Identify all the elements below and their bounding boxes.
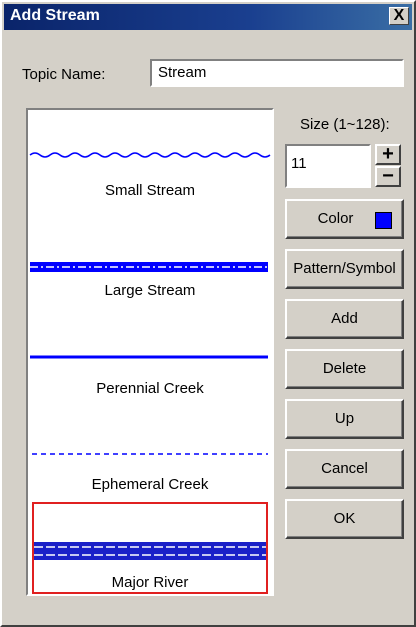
pattern-symbol-button[interactable]: Pattern/Symbol xyxy=(285,249,404,289)
add-stream-dialog: Add Stream X Topic Name: Stream Small St… xyxy=(0,0,416,627)
color-button[interactable]: Color xyxy=(285,199,404,239)
size-increment-button[interactable]: + xyxy=(375,144,401,165)
size-label: Size (1~128): xyxy=(300,116,390,133)
color-swatch-icon xyxy=(375,212,392,229)
add-button[interactable]: Add xyxy=(285,299,404,339)
size-decrement-button[interactable]: − xyxy=(375,166,401,187)
ok-button[interactable]: OK xyxy=(285,499,404,539)
title-bar[interactable]: Add Stream X xyxy=(4,4,412,30)
ephemeral-creek-label[interactable]: Ephemeral Creek xyxy=(28,476,272,493)
delete-button[interactable]: Delete xyxy=(285,349,404,389)
selected-item-highlight xyxy=(32,502,268,594)
large-stream-label[interactable]: Large Stream xyxy=(28,282,272,299)
dialog-title: Add Stream xyxy=(10,7,100,24)
size-input[interactable]: 11 xyxy=(285,144,371,188)
close-button[interactable]: X xyxy=(389,7,409,25)
small-stream-line xyxy=(29,152,271,158)
small-stream-label[interactable]: Small Stream xyxy=(28,182,272,199)
topic-name-label: Topic Name: xyxy=(22,66,106,83)
line-style-list[interactable]: Small Stream Large Stream Perennial Cree… xyxy=(26,108,274,596)
cancel-button[interactable]: Cancel xyxy=(285,449,404,489)
perennial-creek-label[interactable]: Perennial Creek xyxy=(28,380,272,397)
color-button-label: Color xyxy=(317,210,354,227)
topic-name-input[interactable]: Stream xyxy=(150,59,404,87)
up-button[interactable]: Up xyxy=(285,399,404,439)
